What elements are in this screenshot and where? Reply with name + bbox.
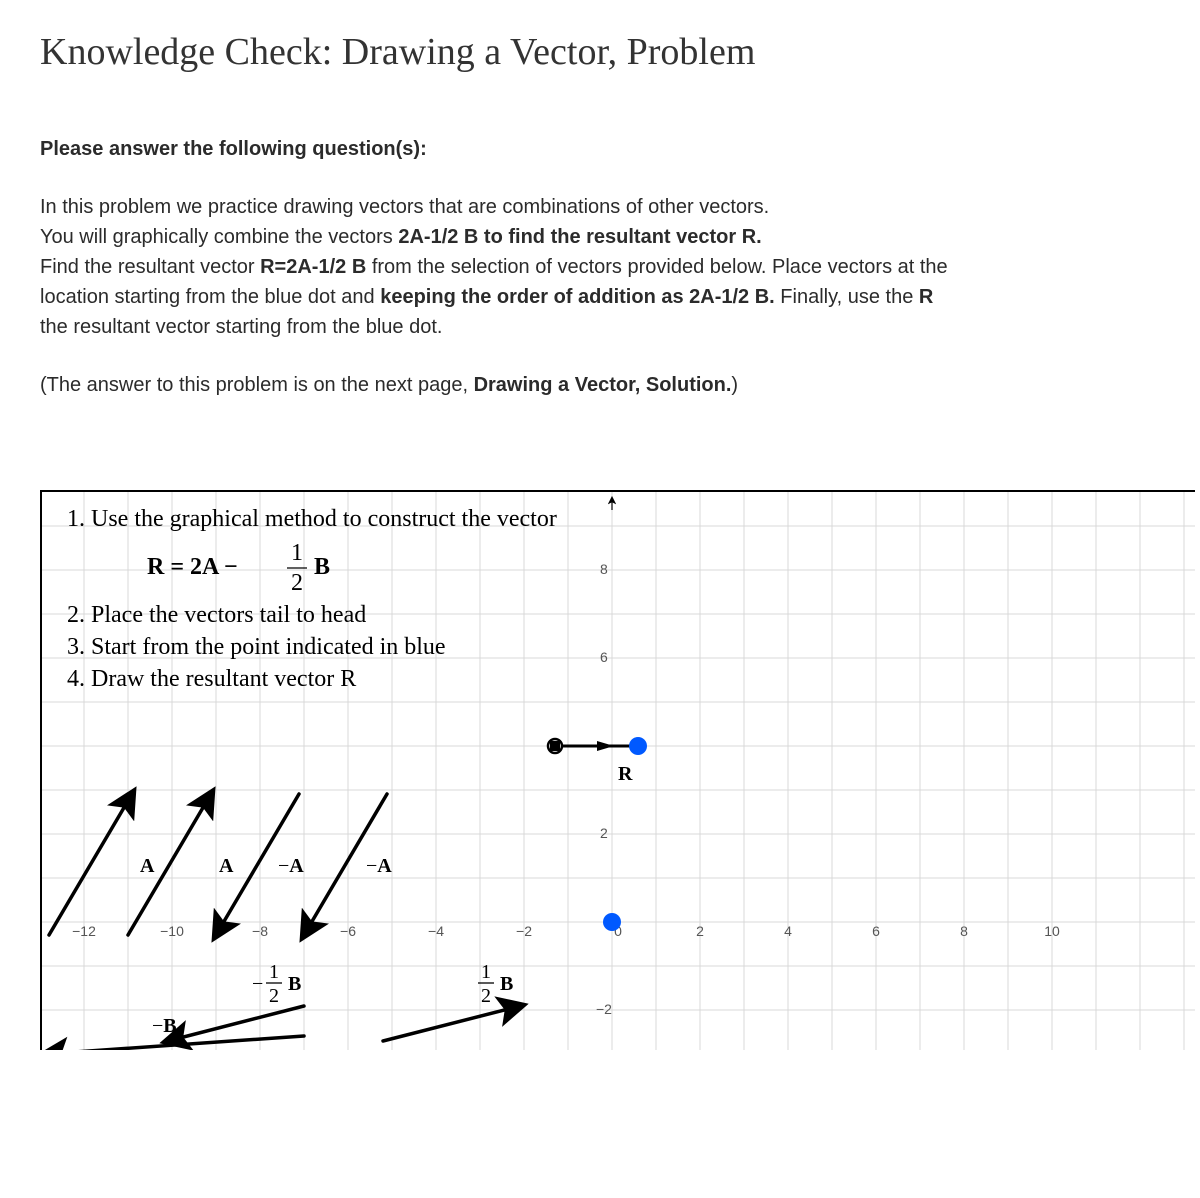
instr-line: Find the resultant vector R=2A-1/2 B fro… <box>40 252 1200 282</box>
lead-text: Please answer the following question(s): <box>40 134 1200 164</box>
instr-line: You will graphically combine the vectors… <box>40 222 1200 252</box>
x-tick: −2 <box>516 923 532 939</box>
step-4: 4. Draw the resultant vector R <box>67 666 356 692</box>
r-tool[interactable]: R <box>548 737 647 785</box>
y-tick: −2 <box>596 1001 612 1017</box>
svg-text:1: 1 <box>269 961 279 983</box>
x-tick: 4 <box>784 923 792 939</box>
x-tick: 8 <box>960 923 968 939</box>
instr-line: location starting from the blue dot and … <box>40 282 1200 312</box>
vector-label: −A <box>278 855 304 877</box>
instructions: Please answer the following question(s):… <box>40 134 1200 400</box>
equation: R = 2A − 1 2 B <box>147 540 330 596</box>
vector-label: −B <box>152 1015 177 1037</box>
r-label: R <box>618 763 633 785</box>
label-minus-half-b: − 1 2 B <box>252 961 301 1007</box>
x-tick: −12 <box>72 923 96 939</box>
vector-label: A <box>219 855 234 877</box>
vector-graph[interactable]: 1. Use the graphical method to construct… <box>40 490 1195 1050</box>
svg-text:1: 1 <box>291 540 303 566</box>
x-tick: −8 <box>252 923 268 939</box>
y-tick: 2 <box>600 825 608 841</box>
step-1: 1. Use the graphical method to construct… <box>67 506 557 532</box>
instr-line: the resultant vector starting from the b… <box>40 312 1200 342</box>
x-tick: 10 <box>1044 923 1060 939</box>
x-tick: 2 <box>696 923 704 939</box>
svg-text:2: 2 <box>291 570 303 596</box>
svg-text:R = 2A −: R = 2A − <box>147 554 238 580</box>
x-tick: −4 <box>428 923 444 939</box>
x-tick: 6 <box>872 923 880 939</box>
x-tick: −10 <box>160 923 184 939</box>
vector-a[interactable] <box>49 794 132 935</box>
y-tick: 6 <box>600 649 608 665</box>
x-tick: −6 <box>340 923 356 939</box>
start-dot[interactable] <box>603 913 621 931</box>
page-title: Knowledge Check: Drawing a Vector, Probl… <box>40 30 1200 74</box>
svg-text:B: B <box>500 973 513 995</box>
instr-followup: (The answer to this problem is on the ne… <box>40 370 1200 400</box>
svg-text:1: 1 <box>481 961 491 983</box>
svg-text:2: 2 <box>269 985 279 1007</box>
svg-text:B: B <box>288 973 301 995</box>
vector-label: −A <box>366 855 392 877</box>
svg-text:B: B <box>314 554 330 580</box>
y-tick: 8 <box>600 561 608 577</box>
svg-text:−: − <box>252 973 263 995</box>
vector-half-b[interactable] <box>383 1006 520 1041</box>
svg-text:2: 2 <box>481 985 491 1007</box>
instr-line: In this problem we practice drawing vect… <box>40 192 1200 222</box>
step-3: 3. Start from the point indicated in blu… <box>67 634 446 660</box>
vector-label: A <box>140 855 155 877</box>
step-2: 2. Place the vectors tail to head <box>67 602 366 628</box>
label-half-b: 1 2 B <box>478 961 513 1007</box>
